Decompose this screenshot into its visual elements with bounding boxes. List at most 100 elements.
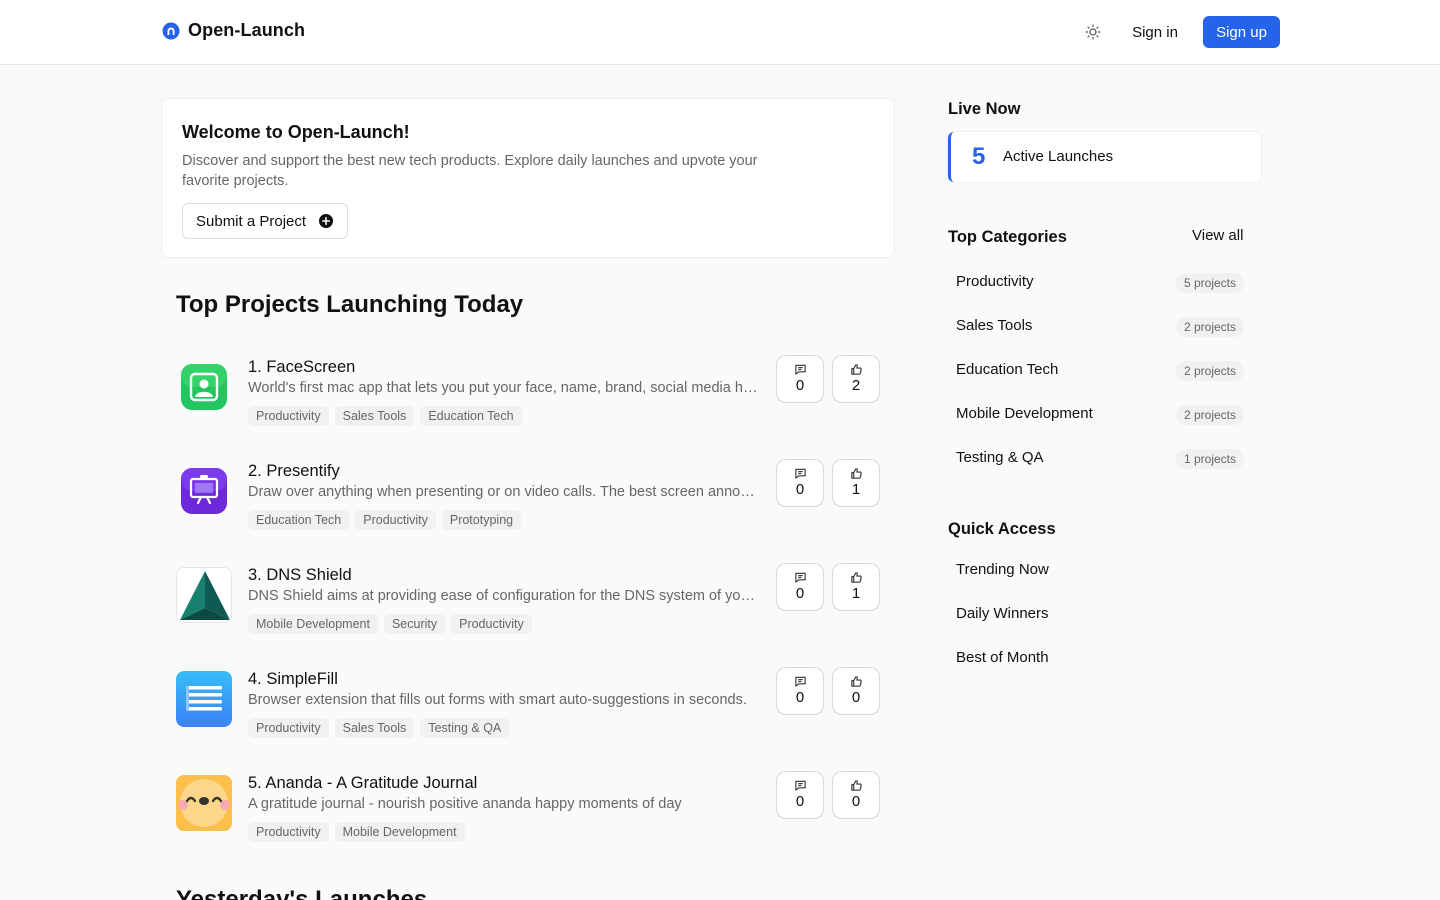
- submit-project-button[interactable]: Submit a Project: [182, 203, 349, 239]
- vote-count: 0: [851, 689, 861, 706]
- comment-count: 0: [795, 585, 805, 602]
- project-name[interactable]: 4. SimpleFill: [248, 670, 338, 689]
- project-tags: Productivity Sales Tools Testing & QA: [248, 718, 510, 738]
- quick-access-trending-now[interactable]: Trending Now: [948, 553, 1252, 589]
- quick-access-label: Daily Winners: [956, 605, 1049, 622]
- comment-icon: [794, 572, 806, 583]
- upvote-button[interactable]: 0: [832, 771, 880, 819]
- project-name[interactable]: 5. Ananda - A Gratitude Journal: [248, 774, 477, 793]
- project-name[interactable]: 2. Presentify: [248, 462, 340, 481]
- vote-count: 1: [851, 481, 861, 498]
- comments-button[interactable]: 0: [776, 667, 824, 715]
- project-tags: Mobile Development Security Productivity: [248, 614, 532, 634]
- comments-button[interactable]: 0: [776, 771, 824, 819]
- brand-logo-link[interactable]: Open-Launch: [162, 20, 305, 41]
- comment-count: 0: [795, 377, 805, 394]
- project-tag[interactable]: Education Tech: [420, 406, 522, 426]
- project-description: DNS Shield aims at providing ease of con…: [248, 588, 758, 604]
- quick-access-label: Best of Month: [956, 649, 1049, 666]
- active-launches-label: Active Launches: [1003, 148, 1114, 165]
- welcome-description: Discover and support the best new tech p…: [182, 153, 758, 189]
- category-name: Sales Tools: [956, 317, 1033, 334]
- active-launches-card[interactable]: 5 Active Launches: [948, 132, 1261, 182]
- comment-icon: [794, 780, 806, 791]
- upvote-button[interactable]: 1: [832, 563, 880, 611]
- thumbs-up-icon: [850, 572, 862, 583]
- project-row[interactable]: 2. Presentify Draw over anything when pr…: [176, 459, 880, 539]
- submit-project-label: Submit a Project: [196, 212, 307, 230]
- dns-shield-logo-icon: [176, 567, 232, 623]
- project-tag[interactable]: Mobile Development: [334, 822, 465, 842]
- category-name: Mobile Development: [956, 405, 1093, 422]
- view-all-categories-link[interactable]: View all: [1186, 227, 1249, 244]
- comment-count: 0: [795, 481, 805, 498]
- category-item[interactable]: Mobile Development 2 projects: [948, 397, 1252, 433]
- comments-button[interactable]: 0: [776, 355, 824, 403]
- comment-icon: [794, 364, 806, 375]
- category-item[interactable]: Productivity 5 projects: [948, 265, 1252, 301]
- comments-button[interactable]: 0: [776, 459, 824, 507]
- thumbs-up-icon: [850, 468, 862, 479]
- project-tags: Productivity Sales Tools Education Tech: [248, 406, 522, 426]
- welcome-title: Welcome to Open-Launch!: [182, 122, 410, 142]
- project-tag[interactable]: Productivity: [355, 510, 436, 530]
- category-count-badge: 2 projects: [1175, 405, 1244, 425]
- project-tag[interactable]: Prototyping: [441, 510, 522, 530]
- project-tag[interactable]: Productivity: [248, 406, 329, 426]
- project-description: World's first mac app that lets you put …: [248, 380, 758, 396]
- category-item[interactable]: Education Tech 2 projects: [948, 353, 1252, 389]
- comment-icon: [794, 468, 806, 479]
- theme-toggle-button[interactable]: [1082, 21, 1104, 43]
- top-navbar: Open-Launch Sign in Sign up: [0, 0, 1440, 65]
- project-description: A gratitude journal - nourish positive a…: [248, 796, 682, 812]
- section-title-today: Top Projects Launching Today: [176, 291, 524, 318]
- category-count-badge: 2 projects: [1175, 361, 1244, 381]
- project-row[interactable]: 3. DNS Shield DNS Shield aims at providi…: [176, 563, 880, 643]
- ananda-logo-icon: [176, 775, 232, 831]
- project-description: Browser extension that fills out forms w…: [248, 692, 747, 708]
- facescreen-logo-icon: [176, 359, 232, 415]
- project-tag[interactable]: Productivity: [451, 614, 532, 634]
- category-item[interactable]: Sales Tools 2 projects: [948, 309, 1252, 345]
- project-row[interactable]: 5. Ananda - A Gratitude Journal A gratit…: [176, 771, 880, 851]
- project-description: Draw over anything when presenting or on…: [248, 484, 758, 500]
- category-count-badge: 2 projects: [1175, 317, 1244, 337]
- comments-button[interactable]: 0: [776, 563, 824, 611]
- project-tag[interactable]: Sales Tools: [334, 718, 415, 738]
- upvote-button[interactable]: 2: [832, 355, 880, 403]
- category-item[interactable]: Testing & QA 1 projects: [948, 441, 1252, 477]
- project-tags: Productivity Mobile Development: [248, 822, 465, 842]
- category-name: Education Tech: [956, 361, 1059, 378]
- presentify-logo-icon: [176, 463, 232, 519]
- project-tag[interactable]: Productivity: [248, 718, 329, 738]
- comment-count: 0: [795, 793, 805, 810]
- project-tag[interactable]: Productivity: [248, 822, 329, 842]
- quick-access-daily-winners[interactable]: Daily Winners: [948, 597, 1252, 633]
- project-name[interactable]: 1. FaceScreen: [248, 358, 355, 377]
- thumbs-up-icon: [850, 364, 862, 375]
- sign-up-button[interactable]: Sign up: [1203, 16, 1280, 48]
- project-row[interactable]: 4. SimpleFill Browser extension that fil…: [176, 667, 880, 747]
- project-row[interactable]: 1. FaceScreen World's first mac app that…: [176, 355, 880, 435]
- quick-access-best-of-month[interactable]: Best of Month: [948, 641, 1252, 677]
- quick-access-heading: Quick Access: [948, 520, 1056, 538]
- project-name[interactable]: 3. DNS Shield: [248, 566, 352, 585]
- project-tag[interactable]: Testing & QA: [420, 718, 510, 738]
- sign-in-button[interactable]: Sign in: [1118, 16, 1192, 48]
- project-tag[interactable]: Education Tech: [248, 510, 350, 530]
- comment-count: 0: [795, 689, 805, 706]
- thumbs-up-icon: [850, 676, 862, 687]
- project-tag[interactable]: Mobile Development: [248, 614, 378, 634]
- upvote-button[interactable]: 0: [832, 667, 880, 715]
- quick-access-label: Trending Now: [956, 561, 1049, 578]
- active-launches-count: 5: [972, 143, 986, 170]
- welcome-card: Welcome to Open-Launch! Discover and sup…: [161, 98, 895, 258]
- upvote-button[interactable]: 1: [832, 459, 880, 507]
- live-now-heading: Live Now: [948, 100, 1021, 118]
- project-tag[interactable]: Security: [383, 614, 446, 634]
- vote-count: 1: [851, 585, 861, 602]
- vote-count: 0: [851, 793, 861, 810]
- comment-icon: [794, 676, 806, 687]
- plus-circle-icon: [319, 214, 334, 228]
- project-tag[interactable]: Sales Tools: [334, 406, 415, 426]
